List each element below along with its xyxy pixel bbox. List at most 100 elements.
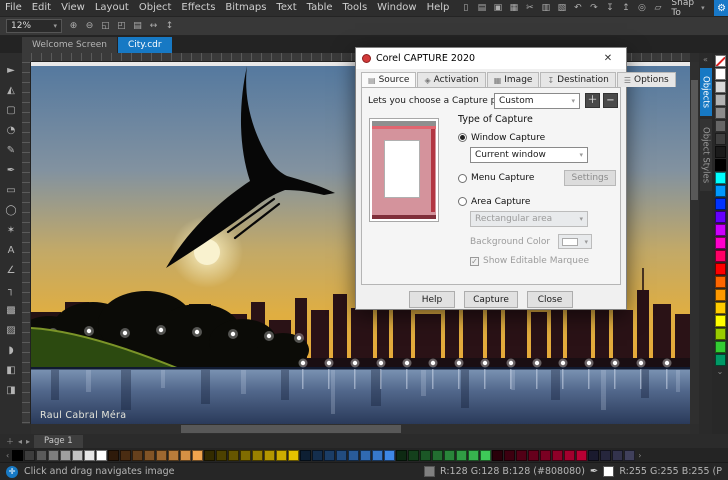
ellipse-tool-icon[interactable]: ◯ [2, 201, 21, 220]
zoom-levels-icon[interactable]: ◎ [634, 1, 649, 15]
zoom-all-objects-icon[interactable]: ◰ [114, 19, 129, 33]
palette-swatch[interactable] [240, 450, 251, 461]
palette-swatch[interactable] [24, 450, 35, 461]
palette-swatch[interactable] [432, 450, 443, 461]
palette-swatch[interactable] [12, 450, 23, 461]
palette-swatch[interactable] [576, 450, 587, 461]
palette-swatch[interactable] [552, 450, 563, 461]
palette-swatch[interactable] [348, 450, 359, 461]
palette-swatch[interactable] [715, 341, 726, 353]
palette-swatch[interactable] [715, 68, 726, 80]
palette-swatch[interactable] [715, 172, 726, 184]
menu-object[interactable]: Object [134, 0, 177, 16]
palette-swatch[interactable] [588, 450, 599, 461]
palette-swatch[interactable] [468, 450, 479, 461]
show-editable-marquee-checkbox[interactable]: ✓ Show Editable Marquee [470, 256, 616, 266]
palette-swatch[interactable] [715, 263, 726, 275]
palette-swatch[interactable] [120, 450, 131, 461]
open-icon[interactable]: ▤ [474, 1, 489, 15]
freehand-tool-icon[interactable]: ✎ [2, 141, 21, 160]
menu-table[interactable]: Table [302, 0, 338, 16]
add-preset-button[interactable]: ＋ [585, 93, 600, 108]
vertical-ruler[interactable] [22, 62, 31, 424]
zoom-in-icon[interactable]: ⊕ [66, 19, 81, 33]
eyedropper-tool-icon[interactable]: ◗ [2, 341, 21, 360]
palette-swatch[interactable] [504, 450, 515, 461]
palette-swatch[interactable] [492, 450, 503, 461]
palette-swatch[interactable] [715, 81, 726, 93]
palette-swatch[interactable] [252, 450, 263, 461]
new-document-icon[interactable]: ▯ [458, 1, 473, 15]
dialog-tab-destination[interactable]: ↧Destination [540, 72, 615, 87]
palette-swatch[interactable] [715, 250, 726, 262]
palette-scroll-right-icon[interactable]: › [636, 451, 643, 460]
palette-swatch[interactable] [300, 450, 311, 461]
copy-icon[interactable]: ▥ [538, 1, 553, 15]
outline-color-swatch[interactable] [603, 466, 614, 477]
previous-page-icon[interactable]: ◂ [18, 437, 22, 446]
menu-effects[interactable]: Effects [176, 0, 220, 16]
fill-color-swatch[interactable] [424, 466, 435, 477]
transparency-tool-icon[interactable]: ▨ [2, 321, 21, 340]
zoom-selected-icon[interactable]: ◱ [98, 19, 113, 33]
palette-swatch[interactable] [96, 450, 107, 461]
dialog-tab-activation[interactable]: ◈Activation [417, 72, 485, 87]
horizontal-scrollbar-thumb[interactable] [181, 425, 401, 433]
palette-swatch[interactable] [156, 450, 167, 461]
add-page-icon[interactable]: ＋ [6, 436, 14, 447]
pick-tool-icon[interactable]: ► [2, 61, 21, 80]
palette-swatch[interactable] [420, 450, 431, 461]
snap-to-button[interactable]: Snap To ▾ [665, 1, 710, 16]
palette-swatch[interactable] [276, 450, 287, 461]
palette-swatch[interactable] [564, 450, 575, 461]
palette-swatch[interactable] [715, 133, 726, 145]
palette-swatch[interactable] [715, 185, 726, 197]
palette-swatch[interactable] [715, 354, 726, 366]
interactive-fill-tool-icon[interactable]: ◧ [2, 361, 21, 380]
doc-tab-welcome-screen[interactable]: Welcome Screen [22, 37, 117, 53]
palette-swatch[interactable] [132, 450, 143, 461]
menu-view[interactable]: View [56, 0, 90, 16]
docker-tab-objects[interactable]: Objects [700, 68, 712, 116]
palette-swatch[interactable] [360, 450, 371, 461]
menu-text[interactable]: Text [271, 0, 301, 16]
zoom-page-width-icon[interactable]: ↔ [146, 19, 161, 33]
capture-button[interactable]: Capture [464, 291, 518, 308]
palette-swatch[interactable] [528, 450, 539, 461]
palette-swatch[interactable] [715, 289, 726, 301]
mesh-fill-tool-icon[interactable]: ◨ [2, 381, 21, 400]
palette-swatch[interactable] [288, 450, 299, 461]
delete-preset-button[interactable]: − [603, 93, 618, 108]
menu-layout[interactable]: Layout [90, 0, 134, 16]
background-color-dropdown[interactable]: ▾ [558, 234, 592, 249]
settings-button[interactable]: Settings [564, 170, 616, 186]
show-rulers-icon[interactable]: ▱ [650, 1, 665, 15]
palette-swatch[interactable] [48, 450, 59, 461]
palette-swatch[interactable] [715, 276, 726, 288]
dimension-tool-icon[interactable]: ∠ [2, 261, 21, 280]
capture-settings-button[interactable]: ⚙ [714, 0, 728, 16]
palette-scroll-left-icon[interactable]: ‹ [4, 451, 11, 460]
horizontal-scrollbar[interactable] [31, 424, 690, 434]
dialog-close-icon[interactable]: ✕ [596, 53, 620, 64]
help-button[interactable]: Help [409, 291, 455, 308]
menu-help[interactable]: Help [422, 0, 455, 16]
palette-swatch[interactable] [216, 450, 227, 461]
palette-swatch[interactable] [384, 450, 395, 461]
polygon-tool-icon[interactable]: ✶ [2, 221, 21, 240]
palette-swatch[interactable] [192, 450, 203, 461]
palette-swatch[interactable] [72, 450, 83, 461]
area-type-dropdown[interactable]: Rectangular area ▾ [470, 211, 588, 227]
shape-tool-icon[interactable]: ◭ [2, 81, 21, 100]
palette-swatch[interactable] [715, 237, 726, 249]
dialog-titlebar[interactable]: Corel CAPTURE 2020 ✕ [356, 48, 626, 69]
palette-swatch[interactable] [516, 450, 527, 461]
menu-file[interactable]: File [0, 0, 27, 16]
collapse-dockers-icon[interactable]: « [703, 55, 708, 64]
zoom-tool-icon[interactable]: ◔ [2, 121, 21, 140]
palette-swatch[interactable] [372, 450, 383, 461]
dialog-tab-image[interactable]: ▦Image [487, 72, 540, 87]
menu-window[interactable]: Window [372, 0, 421, 16]
window-capture-radio[interactable]: Window Capture [458, 131, 616, 144]
palette-swatch[interactable] [600, 450, 611, 461]
